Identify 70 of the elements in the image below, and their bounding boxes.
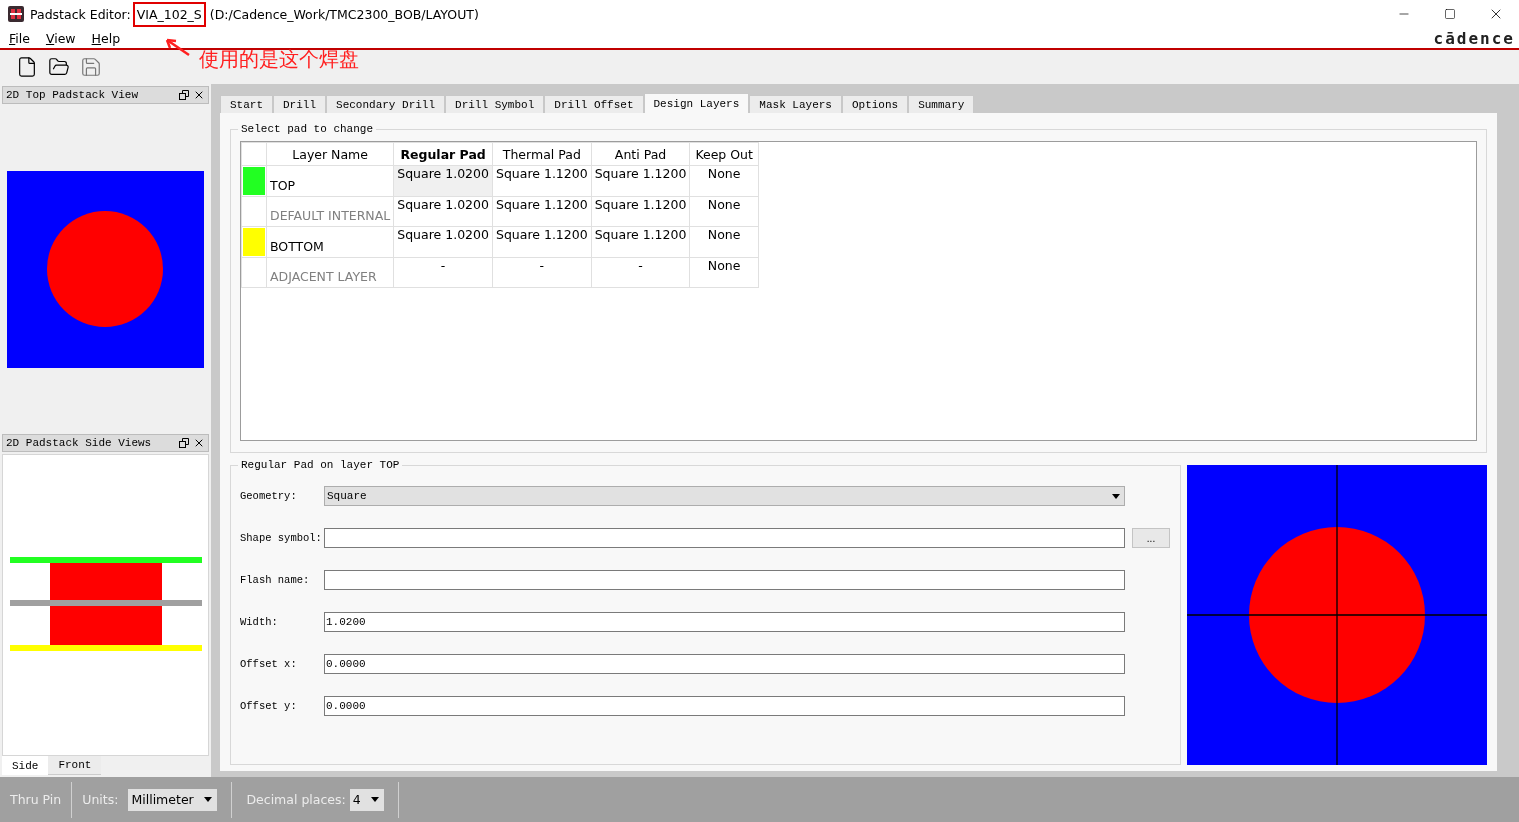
- restore-icon[interactable]: [179, 90, 189, 100]
- column-header[interactable]: Thermal Pad: [492, 142, 592, 166]
- tab[interactable]: Secondary Drill: [326, 95, 446, 113]
- close-icon[interactable]: [193, 89, 205, 101]
- tab[interactable]: Drill: [273, 95, 327, 113]
- tab[interactable]: Design Layers: [643, 93, 750, 113]
- input-field[interactable]: 0.0000: [324, 696, 1125, 716]
- layer-name-cell: BOTTOM: [266, 226, 394, 258]
- field-label: Offset x:: [240, 658, 298, 670]
- tab[interactable]: Drill Symbol: [445, 95, 545, 113]
- field-label: Geometry:: [240, 490, 298, 502]
- tab[interactable]: Summary: [908, 95, 975, 113]
- window-title: Padstack Editor:: [30, 6, 131, 22]
- file-icon: [16, 56, 38, 78]
- group-title: Select pad to change: [240, 123, 375, 135]
- folder-icon: [48, 56, 70, 78]
- view-tab[interactable]: Front: [48, 756, 102, 775]
- units-label: Units:: [81, 792, 120, 807]
- input-field[interactable]: [324, 528, 1125, 548]
- logo: cādence: [1433, 28, 1515, 48]
- tab[interactable]: Mask Layers: [749, 95, 842, 113]
- layer-name-cell: TOP: [266, 165, 394, 197]
- layer-name-cell: DEFAULT INTERNAL: [266, 196, 394, 227]
- pad-cell[interactable]: Square 1.1200: [591, 226, 690, 258]
- menu-item[interactable]: File: [9, 30, 30, 46]
- pad-cell[interactable]: Square 1.1200: [591, 165, 690, 197]
- field-label: Flash name:: [240, 574, 311, 586]
- field-label: Offset y:: [240, 700, 298, 712]
- pad-cell[interactable]: Square 1.0200: [393, 165, 493, 197]
- column-header[interactable]: Anti Pad: [591, 142, 690, 166]
- column-header[interactable]: Regular Pad: [393, 142, 493, 166]
- caret-icon: [204, 797, 213, 802]
- close-icon[interactable]: [193, 437, 205, 449]
- browse-button[interactable]: ...: [1132, 528, 1170, 548]
- tab[interactable]: Start: [220, 95, 273, 113]
- pad-cell[interactable]: None: [689, 165, 759, 197]
- panel-title: 2D Padstack Side Views: [6, 437, 153, 449]
- design-name: VIA_102_S: [132, 1, 206, 27]
- maximize-icon: [1444, 8, 1456, 20]
- restore-icon[interactable]: [179, 438, 189, 448]
- caret-icon: [370, 797, 379, 802]
- panel-title: 2D Top Padstack View: [6, 89, 140, 101]
- decimal-places-label: Decimal places:: [245, 792, 347, 807]
- geometry-dropdown[interactable]: Square: [324, 486, 1125, 506]
- pin-type-label: Thru Pin: [9, 792, 63, 807]
- column-header[interactable]: Layer Name: [266, 142, 394, 166]
- annotation-text: 使用的是这个焊盘: [199, 46, 359, 73]
- design-path: (D:/Cadence_Work/TMC2300_BOB/LAYOUT): [209, 6, 479, 22]
- menu-item[interactable]: Help: [91, 30, 121, 46]
- pad-cell[interactable]: Square 1.1200: [492, 165, 592, 197]
- input-field[interactable]: 1.0200: [324, 612, 1125, 632]
- column-header[interactable]: Keep Out: [689, 142, 759, 166]
- layer-name-cell: ADJACENT LAYER: [266, 257, 394, 288]
- field-label: Shape symbol:: [240, 532, 323, 544]
- caret-icon: [1112, 493, 1120, 499]
- input-field[interactable]: 0.0000: [324, 654, 1125, 674]
- tab[interactable]: Drill Offset: [544, 95, 644, 113]
- tab[interactable]: Options: [841, 95, 909, 113]
- annotation-arrow: [164, 37, 190, 57]
- input-field[interactable]: [324, 570, 1125, 590]
- pad-cell[interactable]: Square 1.1200: [492, 226, 592, 258]
- app-icon: [8, 6, 24, 22]
- menu-item[interactable]: View: [45, 30, 76, 46]
- units-dropdown[interactable]: Millimeter: [128, 788, 218, 811]
- field-label: Width:: [240, 616, 279, 628]
- group-title: Regular Pad on layer TOP: [240, 459, 401, 471]
- pad-cell[interactable]: None: [689, 226, 759, 258]
- view-tab[interactable]: Side: [2, 756, 49, 775]
- pad-cell[interactable]: Square 1.0200: [393, 226, 493, 258]
- decimal-places-dropdown[interactable]: 4: [349, 788, 384, 811]
